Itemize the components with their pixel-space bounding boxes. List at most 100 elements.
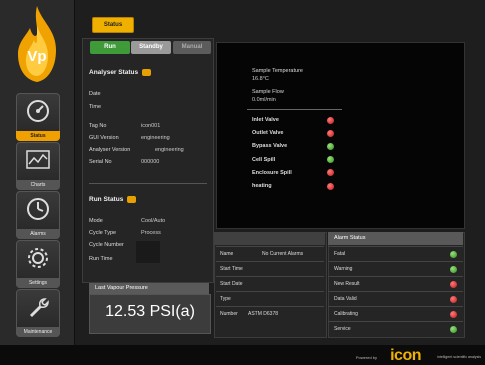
- sample-flow-value: 0.0ml/min: [252, 97, 276, 103]
- cycle-number-box: [136, 241, 160, 263]
- tag-label: Tag No: [89, 123, 107, 129]
- sample-temperature-value: 16.8°C: [252, 76, 269, 82]
- sidebar-label: Charts: [16, 180, 60, 190]
- divider: [89, 183, 207, 184]
- analyser-status-heading: Analyser Status: [89, 69, 152, 76]
- alarm-row: Service: [328, 321, 463, 337]
- footer: Powered by icon intelligent scientific a…: [0, 345, 485, 365]
- alarm-status-indicator: [450, 251, 457, 258]
- powered-by-text: Powered by: [355, 355, 377, 360]
- alarm-row: Warning: [328, 261, 463, 277]
- start-date-label: Start Date: [220, 281, 243, 287]
- clock-icon: [25, 196, 51, 222]
- analyser-version-value: engineering: [155, 147, 184, 153]
- name-label: Name: [220, 251, 234, 257]
- alarm-row: Fatal: [328, 246, 463, 262]
- valve-status-indicator: [327, 182, 334, 190]
- sidebar-item-alarms[interactable]: Alarms: [16, 191, 60, 239]
- alarm-label: Fatal: [334, 251, 346, 257]
- sample-temperature-label: Sample Temperature: [252, 68, 303, 74]
- app-frame: Vp Status Charts Alarms Settings Mainten…: [0, 0, 485, 345]
- alarm-status-indicator: [450, 281, 457, 288]
- table-row: Number ASTM D6378: [216, 306, 324, 322]
- pressure-value: 12.53 PSI(a): [105, 303, 195, 320]
- gui-version-label: GUI Version: [89, 135, 119, 141]
- alarm-status-indicator: [450, 296, 457, 303]
- pressure-panel: 12.53 PSI(a): [89, 294, 211, 334]
- number-label: Number: [220, 311, 238, 317]
- standby-button[interactable]: Standby: [131, 41, 171, 54]
- date-label: Date: [89, 91, 101, 97]
- table-row: Start Time: [216, 261, 324, 277]
- alarm-status-indicator: [450, 326, 457, 333]
- cycle-number-label: Cycle Number: [89, 242, 124, 248]
- gui-version-value: engineering: [141, 135, 170, 141]
- alarm-status-heading: Alarm Status: [334, 235, 366, 241]
- sidebar-item-charts[interactable]: Charts: [16, 142, 60, 190]
- run-status-heading: Run Status: [89, 196, 137, 203]
- flame-icon: [18, 6, 56, 82]
- run-time-label: Run Time: [89, 256, 113, 262]
- sidebar-item-maintenance[interactable]: Maintenance: [16, 289, 60, 337]
- valve-status-indicator: [327, 129, 334, 137]
- valve-label: Inlet Valve: [252, 117, 279, 123]
- table-row: Type: [216, 291, 324, 307]
- valve-label: Cell Spill: [252, 156, 276, 163]
- info-badge-icon: [127, 196, 137, 203]
- alarm-status-indicator: [450, 266, 457, 273]
- sidebar-label: Status: [16, 131, 60, 141]
- sidebar-item-settings[interactable]: Settings: [16, 240, 60, 288]
- serial-label: Serial No: [89, 159, 112, 165]
- manual-button[interactable]: Manual: [173, 41, 211, 54]
- analyser-version-label: Analyser Version: [89, 147, 131, 153]
- sidebar-label: Maintenance: [16, 327, 60, 337]
- app-logo: Vp: [12, 4, 62, 84]
- settings-icon: [25, 245, 51, 271]
- alarm-row: Data Valid: [328, 291, 463, 307]
- sidebar-label: Settings: [16, 278, 60, 288]
- divider: [247, 109, 342, 110]
- wrench-icon: [25, 294, 51, 320]
- method-header: [214, 232, 325, 245]
- table-row: Start Date: [216, 276, 324, 292]
- valve-label: heating: [252, 183, 272, 189]
- cycle-type-value: Process: [141, 230, 161, 236]
- mode-label: Mode: [89, 218, 103, 224]
- sidebar-item-status[interactable]: Status: [16, 93, 60, 141]
- run-button[interactable]: Run: [90, 41, 130, 54]
- brand-logo: icon: [390, 347, 421, 364]
- valve-label: Outlet Valve: [252, 130, 284, 137]
- alarm-label: Data Valid: [334, 296, 357, 302]
- pressure-heading: Last Vapour Pressure: [89, 283, 209, 294]
- alarm-header: Alarm Status: [328, 232, 463, 245]
- valve-label: Enclosure Spill: [252, 169, 292, 176]
- chart-icon: [25, 147, 51, 173]
- start-time-label: Start Time: [220, 266, 243, 272]
- alarm-label: Warning: [334, 266, 353, 272]
- alarm-row: New Result: [328, 276, 463, 292]
- status-button[interactable]: Status: [92, 17, 134, 33]
- sample-flow-label: Sample Flow: [252, 89, 284, 95]
- brand-tagline: intelligent scientific analysis: [437, 355, 481, 359]
- table-row: Name No Current Alarms: [216, 246, 324, 262]
- alarm-row: Calibrating: [328, 306, 463, 322]
- number-value: ASTM D6378: [248, 311, 279, 317]
- time-label: Time: [89, 104, 102, 110]
- alarm-label: New Result: [334, 281, 360, 287]
- name-value: No Current Alarms: [262, 251, 304, 257]
- mode-value: Cool/Auto: [141, 218, 166, 224]
- cycle-type-label: Cycle Type: [89, 230, 117, 236]
- sidebar: Vp Status Charts Alarms Settings Mainten…: [0, 0, 75, 345]
- gauge-icon: [25, 98, 51, 124]
- alarm-label: Service: [334, 326, 351, 332]
- valve-status-indicator: [327, 116, 334, 124]
- type-label: Type: [220, 296, 231, 302]
- tag-value: icon001: [141, 123, 161, 129]
- valve-label: Bypass Valve: [252, 143, 288, 150]
- logo-text: Vp: [27, 48, 47, 65]
- sidebar-label: Alarms: [16, 229, 60, 239]
- serial-value: 000000: [141, 159, 160, 165]
- alarm-label: Calibrating: [334, 311, 358, 317]
- info-badge-icon: [142, 69, 152, 76]
- alarm-status-indicator: [450, 311, 457, 318]
